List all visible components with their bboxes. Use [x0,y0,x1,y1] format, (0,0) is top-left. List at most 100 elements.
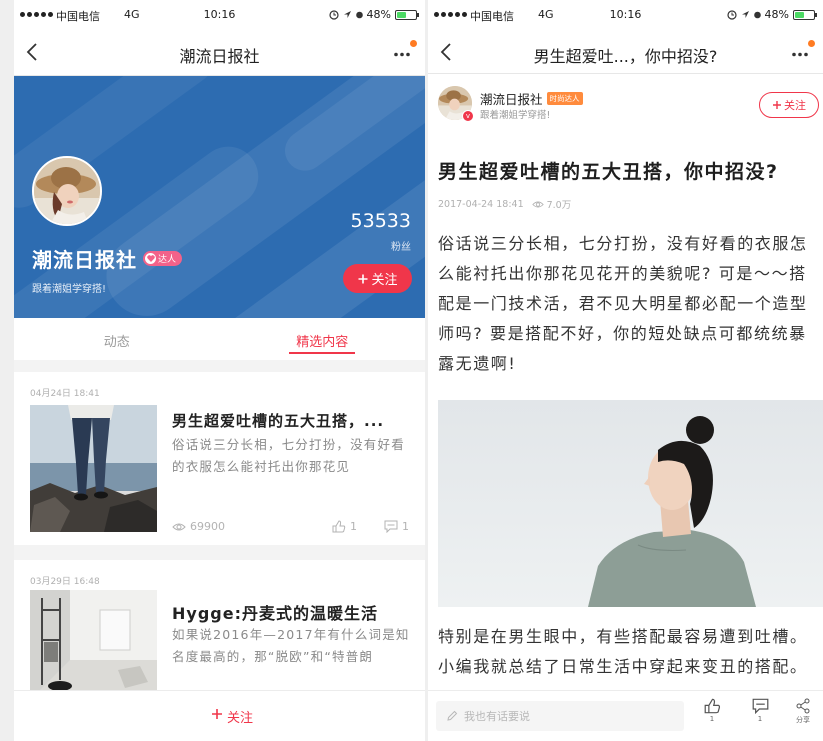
chevron-left-icon [440,43,451,61]
comment-button[interactable]: 1 [745,698,775,723]
profile-name-row: 潮流日报社 达人 [32,244,183,273]
follow-plus-icon [211,709,222,719]
like-button[interactable]: 1 [332,520,357,533]
battery-percent: 48% [366,8,391,21]
fans-label: 粉丝 [391,242,411,253]
article-paragraph: 俗话说三分长相，七分打扮，没有好看的衣服怎么能衬托出你那花见花开的美貌呢? 可是… [438,234,808,373]
status-right: 48% [726,8,817,21]
view-count-value: 7.0万 [546,200,572,211]
badge-label: 达人 [158,255,177,265]
eye-icon [172,523,186,530]
follow-button[interactable]: 关注 [759,92,819,118]
battery-icon [395,9,419,20]
article-views: 7.0万 [531,197,572,211]
comment-icon [384,520,398,533]
like-count: 1 [350,520,357,533]
fans-count: 53533 [350,210,411,232]
bottom-bar: 关注 [14,690,425,741]
thumbs-up-icon [332,520,346,533]
list-item[interactable]: 04月24日 18:41 男生超爱吐槽的五大丑搭，... 俗话说三分长相，七分打… [14,372,425,545]
more-button[interactable] [789,40,815,64]
alarm-icon [328,9,339,20]
page-title: 潮流日报社 [179,47,260,66]
thumbs-up-icon [704,698,720,714]
article-image [438,400,823,607]
location-icon [741,11,749,18]
eye-icon [531,201,544,207]
more-button[interactable] [391,40,417,64]
bluetooth-icon [753,11,761,18]
bluetooth-icon [355,11,363,18]
follow-plus-icon [773,101,781,109]
profile-bio: 跟着潮姐学穿搭! [32,284,107,295]
comment-input[interactable]: 我也有话要说 [436,701,684,731]
follow-plus-icon [358,274,368,283]
heart-icon [145,253,156,264]
item-date: 04月24日 18:41 [30,389,100,399]
more-dots-icon [792,52,808,57]
item-title: 男生超爱吐槽的五大丑搭，... [172,412,385,430]
tab-featured[interactable]: 精选内容 [220,318,426,360]
item-thumbnail [30,590,157,690]
article-screen: 中国电信 4G 10:16 48% 男生超爱吐...，你中招没? v 潮流日报社… [428,0,823,741]
verified-badge: 达人 [143,251,183,266]
battery-icon [793,9,817,20]
more-dots-icon [394,52,410,57]
profile-name: 潮流日报社 [32,248,137,272]
comment-icon [752,698,768,714]
author-bio: 跟着潮姐学穿搭! [480,110,551,121]
author-badge: 时尚达人 [546,92,583,105]
comment-count: 1 [757,715,763,723]
notification-dot [808,40,815,47]
like-count: 1 [709,715,715,723]
profile-screen: 中国电信 4G 10:16 48% 潮流日报社 潮流日报社 达人 跟着潮姐学穿搭… [14,0,425,741]
nav-bar: 潮流日报社 [14,30,425,76]
avatar[interactable] [32,156,102,226]
tab-label: 动态 [103,335,130,350]
share-icon [796,698,810,714]
article-title: 男生超爱吐槽的五大丑搭，你中招没? [438,161,779,183]
follow-label: 关注 [226,711,253,726]
bottom-follow-button[interactable]: 关注 [14,707,425,726]
alarm-icon [726,9,737,20]
view-count: 69900 [172,520,225,533]
status-bar: 中国电信 4G 10:16 48% [428,0,823,30]
tab-updates[interactable]: 动态 [14,318,220,360]
item-title: Hygge:丹麦式的温暖生活 [172,604,378,623]
article-date: 2017-04-24 18:41 [438,198,524,210]
view-count-value: 69900 [190,520,225,533]
back-button[interactable] [26,42,46,64]
notification-dot [410,40,417,47]
divider [14,360,425,372]
follow-label: 关注 [784,99,806,112]
back-button[interactable] [440,42,460,64]
comment-placeholder: 我也有话要说 [464,710,530,723]
pencil-icon [447,710,458,721]
nav-bar: 男生超爱吐...，你中招没? [428,30,823,74]
article-meta: 2017-04-24 18:41 7.0万 [438,197,572,212]
page-title: 男生超爱吐...，你中招没? [533,47,718,66]
bottom-bar: 我也有话要说 1 1 分享 [428,690,823,741]
author-name-row: 潮流日报社 时尚达人 [480,89,583,108]
chevron-left-icon [26,43,37,61]
location-icon [343,11,351,18]
status-bar: 中国电信 4G 10:16 48% [14,0,425,30]
divider [14,545,425,560]
share-label: 分享 [796,716,810,724]
author-name[interactable]: 潮流日报社 [480,89,543,108]
verified-icon: v [462,110,474,122]
tab-bar: 动态 精选内容 [14,318,425,360]
author-avatar[interactable]: v [438,86,474,122]
status-right: 48% [328,8,419,21]
follow-button[interactable]: 关注 [343,264,412,293]
tab-label: 精选内容 [296,335,349,350]
item-summary: 如果说2016年—2017年有什么词是知名度最高的，那“脱欧”和“特普朗 [172,627,410,664]
list-item[interactable]: 03月29日 16:48 Hygge:丹麦式的温暖生活 如果说2016年—201… [14,560,425,690]
item-thumbnail [30,405,157,532]
like-button[interactable]: 1 [697,698,727,723]
article-paragraph: 特别是在男生眼中，有些搭配最容易遭到吐槽。小编我就总结了日常生活中穿起来变丑的搭… [438,627,808,676]
share-button[interactable]: 分享 [788,698,818,725]
comment-button[interactable]: 1 [384,520,409,533]
profile-banner: 潮流日报社 达人 跟着潮姐学穿搭! 53533 粉丝 关注 [14,76,425,318]
item-date: 03月29日 16:48 [30,577,100,587]
